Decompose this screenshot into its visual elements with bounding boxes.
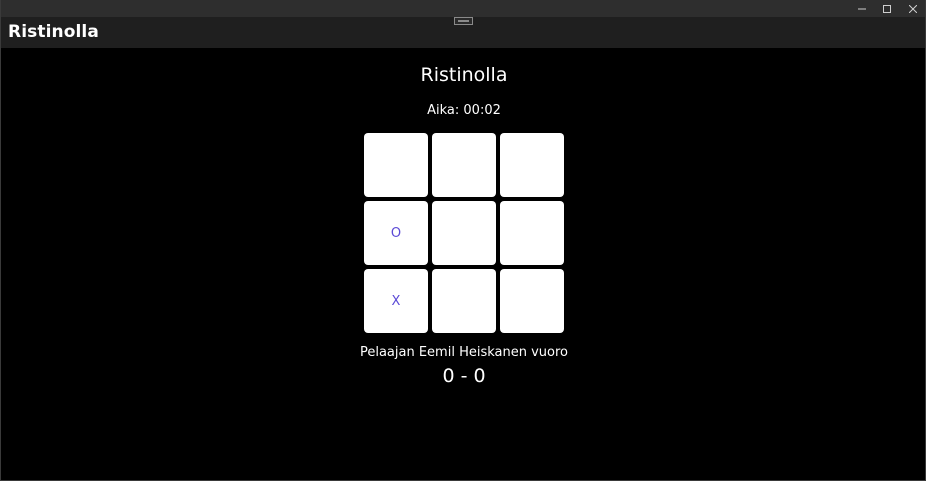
page-title: Ristinolla (420, 64, 508, 86)
window-titlebar[interactable] (1, 0, 925, 17)
app-title: Ristinolla (8, 22, 99, 42)
board-cell-9[interactable] (500, 269, 564, 333)
minimize-icon (858, 8, 866, 9)
game-board: O X (364, 133, 564, 333)
board-cell-8[interactable] (432, 269, 496, 333)
board-cell-7[interactable]: X (364, 269, 428, 333)
board-cell-3[interactable] (500, 133, 564, 197)
board-cell-2[interactable] (432, 133, 496, 197)
minimize-button[interactable] (849, 0, 875, 17)
app-window: Ristinolla Ristinolla Aika: 00:02 O X Pe… (0, 0, 926, 481)
close-icon (909, 4, 917, 13)
score-display: 0 - 0 (442, 365, 486, 387)
timer-label: Aika: (427, 103, 460, 118)
board-cell-5[interactable] (432, 201, 496, 265)
maximize-icon (883, 4, 891, 13)
app-header: Ristinolla (1, 17, 925, 48)
maximize-button[interactable] (874, 0, 900, 17)
dock-handle-icon[interactable] (454, 17, 473, 25)
close-button[interactable] (900, 0, 926, 17)
board-cell-6[interactable] (500, 201, 564, 265)
board-cell-1[interactable] (364, 133, 428, 197)
timer: Aika: 00:02 (1, 102, 926, 120)
timer-value: 00:02 (463, 103, 501, 118)
turn-indicator: Pelaajan Eemil Heiskanen vuoro (359, 345, 569, 360)
board-cell-4[interactable]: O (364, 201, 428, 265)
